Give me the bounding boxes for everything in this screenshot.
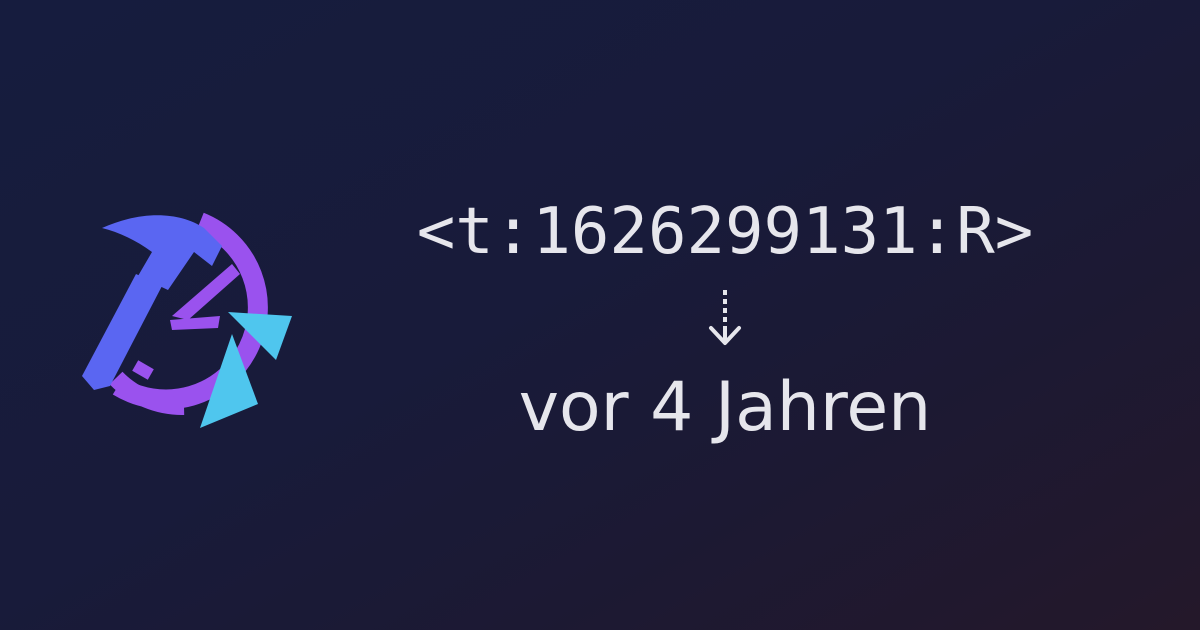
dotted-arrow-down-icon [705,288,745,352]
timestamp-code: <t:1626299131:R> [416,195,1034,269]
clock-hour-hand [172,264,240,320]
hammer-clock-logo-icon [72,208,294,434]
clock-tick-bottom [132,360,154,380]
clock-minute-hand [170,316,220,330]
relative-time-result: vor 4 Jahren [518,368,932,447]
